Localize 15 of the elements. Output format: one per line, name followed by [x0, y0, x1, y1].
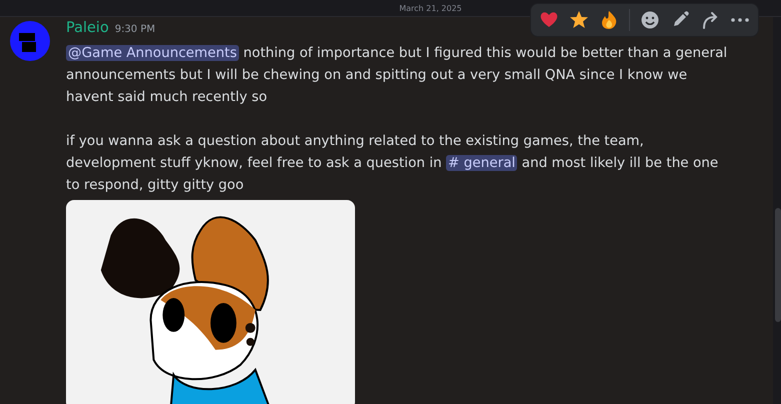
message-text: @Game Announcements nothing of importance but I figured this would be better than a general announcements but I will be chewing on and spitting out a very small QNA since I know we havent said much recently so	[66, 44, 728, 107]
scrollbar-thumb[interactable]	[775, 208, 781, 322]
author-name[interactable]: Paleio	[66, 20, 109, 36]
fire-icon[interactable]	[599, 10, 619, 30]
channel-link[interactable]: # general	[446, 155, 518, 171]
smiley-icon[interactable]	[640, 10, 660, 30]
date-divider-label: March 21, 2025	[399, 4, 462, 12]
star-icon[interactable]	[569, 10, 589, 30]
dog-drawing[interactable]	[66, 200, 355, 404]
avatar-icon	[10, 21, 50, 61]
message-text: if you wanna ask a question about anything related to the existing games, the team, development stuff yknow, feel free to ask a question in # general and most likely ill be the one to respond, gitty gitty goo	[66, 132, 720, 195]
forward-arrow-icon[interactable]	[700, 10, 720, 30]
role-mention[interactable]: @Game Announcements	[66, 45, 239, 61]
heart-icon[interactable]	[539, 10, 559, 30]
timestamp: 9:30 PM	[114, 24, 156, 35]
